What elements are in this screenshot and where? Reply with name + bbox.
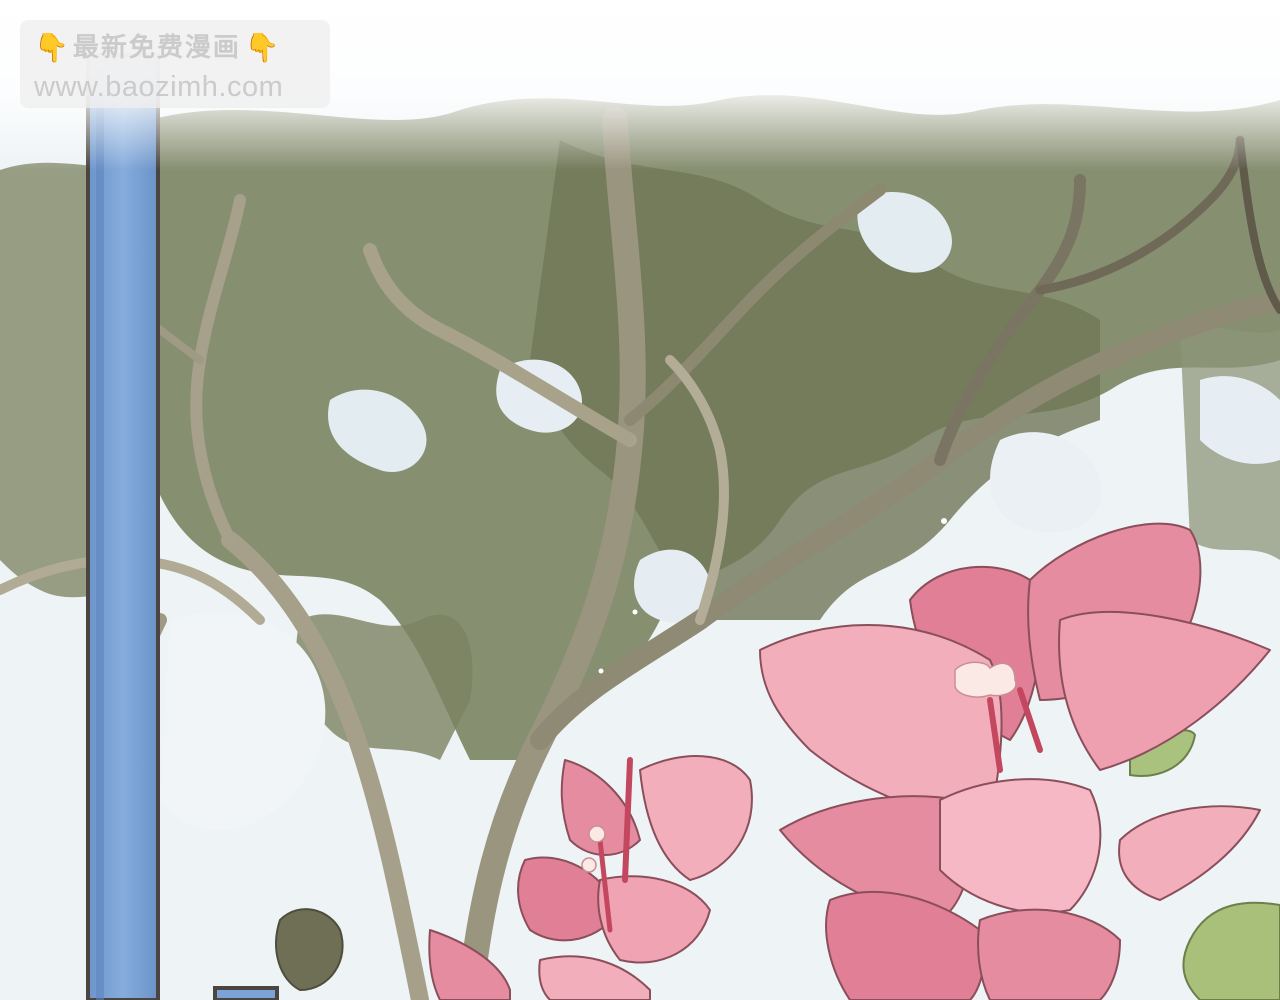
watermark-badge: 👇 最新免费漫画 👇 www.baozimh.com [20, 20, 330, 108]
blue-pillar [86, 53, 160, 1000]
watermark-title-row: 👇 最新免费漫画 👇 [34, 28, 320, 68]
pointing-down-hand-icon: 👇 [34, 31, 69, 64]
pointing-down-hand-icon: 👇 [244, 31, 280, 64]
watermark-url: www.baozimh.com [34, 71, 284, 103]
watermark-title: 最新免费漫画 [72, 33, 241, 63]
blue-pillar-base [213, 986, 279, 1000]
comic-panel: 👇 最新免费漫画 👇 www.baozimh.com [0, 0, 1280, 1000]
tree-canopy-illustration [0, 0, 1280, 1000]
